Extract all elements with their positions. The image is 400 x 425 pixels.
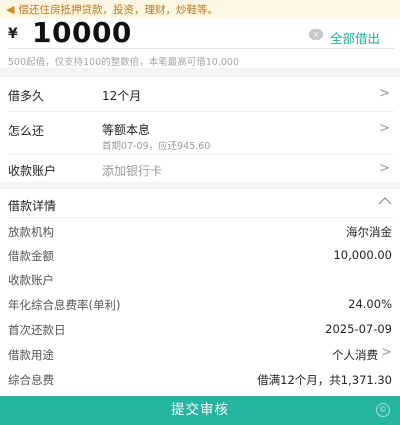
amount-input[interactable]: 10000 [32,16,132,49]
repayment-value: 等额本息 [102,123,151,137]
detail-value: 海尔消金 [346,225,392,239]
detail-value: 2025-07-09 [325,322,392,336]
detail-label: 借款用途 [8,348,54,362]
chevron-right-icon: > [379,161,390,176]
chevron-right-icon: > [379,86,390,101]
details-title: 借款详情 [8,199,57,213]
receiving-account-row[interactable]: 收款账户 添加银行卡 > [0,155,400,182]
notice-text: 偿还住房抵押贷款，投资，理财，炒鞋等。 [18,3,218,16]
section-gap [0,68,400,77]
term-value: 12个月 [102,89,142,103]
detail-label: 放款机构 [8,225,54,239]
term-label: 借多久 [8,89,45,103]
detail-value: 个人消费 [332,348,378,362]
detail-value: 10,000.00 [333,248,392,262]
repayment-first-due: 首期07-09，应还945.60 [102,141,211,152]
chevron-right-icon: > [381,345,392,360]
term-row[interactable]: 借多久 12个月 > [0,77,400,111]
detail-value: 24.00% [348,297,392,311]
currency-symbol: ¥ [8,26,18,42]
detail-label: 年化综合息费率(单利) [8,298,121,312]
chevron-right-icon: > [379,121,390,136]
chevron-up-icon[interactable] [378,194,392,208]
add-bank-card[interactable]: 添加银行卡 [102,162,162,179]
detail-row-total-interest: 综合息费 借满12个月，共1,371.30 [0,368,400,392]
borrow-all-button[interactable]: 全部借出 [330,28,380,47]
detail-row-rate: 年化综合息费率(单利) 24.00% [0,293,400,317]
amount-hint: 500起借，仅支持100的整数倍，本笔最高可借10,000 [8,57,240,68]
clear-icon[interactable]: × [309,29,323,40]
detail-label: 收款账户 [8,273,54,287]
repayment-label: 怎么还 [8,124,45,138]
detail-row-first-repayment: 首次还款日 2025-07-09 [0,318,400,342]
repayment-row[interactable]: 怎么还 等额本息 首期07-09，应还945.60 > [0,112,400,154]
section-gap [0,182,400,189]
divider [8,217,394,218]
detail-row-lender: 放款机构 海尔消金 [0,220,400,244]
speaker-icon: ◀ [6,2,15,16]
detail-label: 借款金额 [8,249,54,263]
submit-review-button[interactable]: 提交审核 [0,396,400,425]
detail-value: 借满12个月，共1,371.30 [257,373,392,387]
detail-label: 综合息费 [8,373,54,387]
detail-row-amount: 借款金额 10,000.00 [0,244,400,268]
account-label: 收款账户 [8,164,57,178]
detail-label: 首次还款日 [8,323,66,337]
amount-underline [8,48,394,49]
detail-row-purpose[interactable]: 借款用途 个人消费 > [0,343,400,367]
detail-row-account: 收款账户 [0,268,400,292]
copyright-icon: © [376,403,390,417]
